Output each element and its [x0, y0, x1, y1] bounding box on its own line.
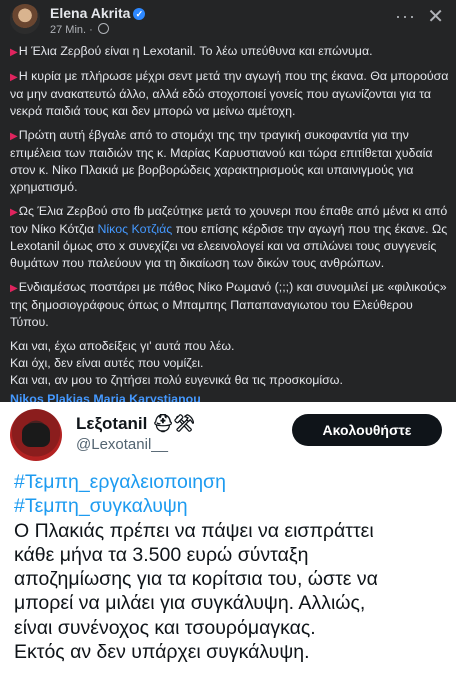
tweet-author-name[interactable]: Lεξotanil ⛑⚒: [76, 414, 195, 434]
tweet-handle[interactable]: @Lexotanil__: [76, 436, 168, 453]
triangle-icon: ▶: [10, 283, 18, 294]
avatar-figure: [22, 423, 50, 447]
tweet-line: Ο Πλακιάς πρέπει να πάψει να εισπράττει: [14, 519, 374, 542]
tweet-line: Εκτός αν δεν υπάρχει συγκάλυψη.: [14, 641, 310, 664]
post-body: ▶Η Έλια Ζερβού είναι η Lexotanil. Το λέω…: [10, 43, 450, 408]
tweet-line: μπορεί να μιλάει για συγκάλυψη. Αλλιώς,: [14, 592, 366, 615]
triangle-icon: ▶: [10, 72, 18, 83]
tweet-line: κάθε μήνα τα 3.500 ευρώ σύνταξη: [14, 543, 309, 566]
tweet-screenshot: Lεξotanil ⛑⚒ @Lexotanil__ Ακολουθήστε #Τ…: [0, 402, 456, 700]
triangle-icon: ▶: [10, 131, 18, 142]
author-name-text[interactable]: Elena Akrita: [50, 5, 130, 21]
author-name[interactable]: Elena Akrita ✓: [50, 5, 146, 21]
name-emojis: ⛑⚒: [152, 414, 196, 433]
hashtag-link[interactable]: #Τεμπη_εργαλειοποιηση: [14, 470, 454, 494]
paragraph-5: ▶Ενδιαμέσως ποστάρει με πάθος Νίκο Ρωμαν…: [10, 279, 450, 331]
post-header: Elena Akrita ✓ 27 Min. · ··· ✕: [10, 4, 446, 38]
close-icon[interactable]: ✕: [427, 4, 444, 29]
facebook-post: Elena Akrita ✓ 27 Min. · ··· ✕ ▶Η Έλια Ζε…: [0, 0, 456, 406]
tweet-avatar[interactable]: [10, 409, 62, 461]
paragraph-3-text: Πρώτη αυτή έβγαλε από το στομάχι της την…: [10, 128, 433, 194]
closing-line-1: Και ναι, έχω αποδείξεις γι' αυτά που λέω…: [10, 339, 235, 353]
avatar[interactable]: [10, 4, 40, 34]
tweet-line: αποζημίωσης για τα κορίτσια του, ώστε να: [14, 568, 378, 591]
closing-lines: Και ναι, έχω αποδείξεις γι' αυτά που λέω…: [10, 338, 450, 389]
post-meta: 27 Min. ·: [50, 23, 109, 36]
paragraph-4: ▶Ως Έλια Ζερβού στο fb μαζεύτηκε μετά το…: [10, 203, 450, 272]
tweet-line: είναι συνένοχος και τσουρόμαγκας.: [14, 616, 316, 639]
paragraph-2-text: Η κυρία με πλήρωσε μέχρι σεντ μετά την α…: [10, 69, 449, 118]
follow-button[interactable]: Ακολουθήστε: [292, 414, 442, 446]
globe-icon: [97, 23, 109, 34]
paragraph-2: ▶Η κυρία με πλήρωσε μέχρι σεντ μετά την …: [10, 68, 450, 120]
paragraph-1-text: Η Έλια Ζερβού είναι η Lexotanil. Το λέω …: [18, 44, 373, 58]
triangle-icon: ▶: [10, 207, 18, 218]
triangle-icon: ▶: [10, 47, 18, 58]
tweet-author-name-text[interactable]: Lεξotanil: [76, 414, 147, 433]
closing-line-3: Και ναι, αν μου το ζητήσει πολύ ευγενικά…: [10, 373, 343, 387]
tweet-text: #Τεμπη_εργαλειοποιηση #Τεμπη_συγκαλυψη Ο…: [14, 470, 454, 664]
more-icon[interactable]: ···: [395, 6, 416, 27]
hashtag-link[interactable]: #Τεμπη_συγκαλυψη: [14, 494, 454, 518]
time-separator: ·: [89, 24, 93, 36]
paragraph-1: ▶Η Έλια Ζερβού είναι η Lexotanil. Το λέω…: [10, 43, 450, 61]
paragraph-5-text: Ενδιαμέσως ποστάρει με πάθος Νίκο Ρωμανό…: [10, 280, 447, 329]
mention-link[interactable]: Νίκος Κοτζιάς: [97, 222, 172, 236]
verified-badge-icon: ✓: [133, 8, 146, 20]
post-time[interactable]: 27 Min.: [50, 24, 86, 36]
closing-line-2: Και όχι, δεν είναι αυτές που νομίζει.: [10, 356, 204, 370]
paragraph-3: ▶Πρώτη αυτή έβγαλε από το στομάχι της τη…: [10, 127, 450, 196]
